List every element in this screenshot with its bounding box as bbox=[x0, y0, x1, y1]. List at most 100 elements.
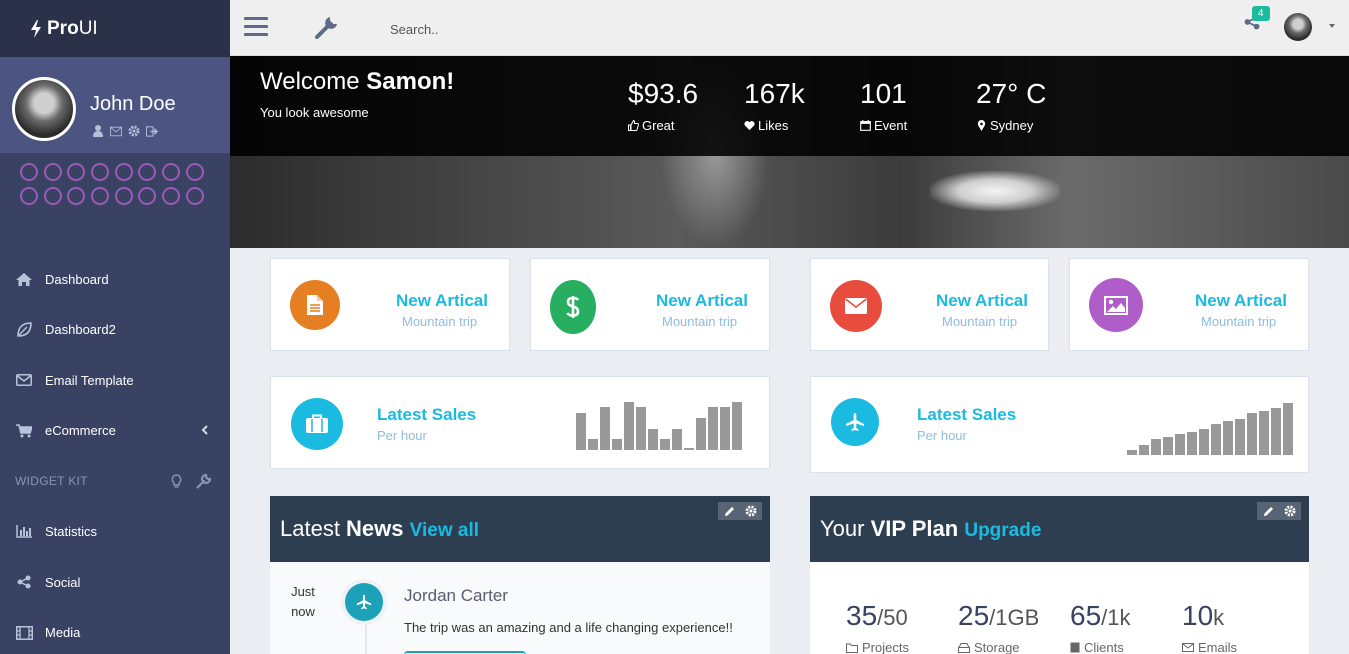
search-input[interactable] bbox=[390, 22, 590, 37]
sparkline-bar bbox=[1211, 423, 1221, 455]
file-icon bbox=[307, 295, 323, 315]
sidebar-item-email-template[interactable]: Email Template bbox=[0, 355, 230, 406]
vip-stat-label: Projects bbox=[862, 640, 909, 654]
vip-stat: 65/1k Clients bbox=[1070, 600, 1180, 654]
vip-stat-unit: /1GB bbox=[989, 605, 1040, 630]
widget-card[interactable]: New Artical Mountain trip bbox=[530, 258, 770, 351]
heart-icon bbox=[744, 121, 755, 131]
theme-dot[interactable] bbox=[138, 186, 157, 205]
widget-title: New Artical bbox=[1195, 291, 1287, 310]
upgrade-link[interactable]: Upgrade bbox=[964, 520, 1041, 541]
sales-card[interactable]: Latest Sales Per hour bbox=[270, 376, 770, 469]
vip-stat-value: 65 bbox=[1070, 600, 1102, 631]
sparkline-bar bbox=[720, 407, 730, 450]
welcome-heading: Welcome Samon! bbox=[260, 68, 454, 96]
sales-title: Latest Sales bbox=[377, 405, 477, 424]
avatar[interactable] bbox=[12, 77, 76, 141]
top-header: 4 bbox=[230, 0, 1349, 56]
sparkline-bar bbox=[1163, 436, 1173, 455]
gear-icon[interactable] bbox=[740, 502, 762, 520]
widget-card[interactable]: New Artical Mountain trip bbox=[810, 258, 1049, 351]
hero-banner: Welcome Samon! You look awesome $93.6 Gr… bbox=[230, 56, 1349, 248]
gear-icon[interactable] bbox=[1279, 502, 1301, 520]
pencil-icon[interactable] bbox=[1257, 502, 1279, 520]
widget-title: New Artical bbox=[936, 291, 1028, 310]
sidebar-item-social[interactable]: Social bbox=[0, 557, 230, 608]
theme-dot[interactable] bbox=[114, 186, 133, 205]
theme-dot[interactable] bbox=[162, 163, 181, 181]
sidebar-item-dashboard[interactable]: Dashboard bbox=[0, 254, 230, 305]
theme-dot[interactable] bbox=[67, 163, 86, 181]
sparkline-bar bbox=[732, 402, 742, 450]
widget-icon-circle bbox=[290, 280, 340, 330]
sparkline-bar bbox=[1199, 429, 1209, 455]
theme-dot[interactable] bbox=[162, 186, 181, 205]
theme-dot[interactable] bbox=[91, 163, 110, 181]
view-all-link[interactable]: View all bbox=[410, 520, 479, 541]
bolt-icon bbox=[31, 19, 41, 38]
theme-dot[interactable] bbox=[20, 186, 38, 205]
vip-stat-value: 25 bbox=[958, 600, 990, 631]
sidebar-item-dashboard2[interactable]: Dashboard2 bbox=[0, 305, 230, 356]
envelope-icon[interactable] bbox=[110, 125, 122, 137]
theme-dot[interactable] bbox=[43, 163, 62, 181]
brand-name-rest: UI bbox=[78, 17, 98, 39]
theme-dot[interactable] bbox=[138, 163, 157, 181]
brand-name-bold: Pro bbox=[47, 17, 79, 39]
news-panel-header: Latest News View all bbox=[270, 496, 770, 562]
theme-dot[interactable] bbox=[114, 163, 133, 181]
sales-subtitle: Per hour bbox=[377, 428, 427, 443]
widget-icon-circle bbox=[291, 398, 343, 450]
sales-card[interactable]: Latest Sales Per hour bbox=[810, 376, 1309, 473]
vip-stat-label-row: Projects bbox=[846, 640, 956, 654]
wrench-icon[interactable] bbox=[314, 14, 340, 40]
sparkline-bar bbox=[1247, 413, 1257, 455]
stat-value: 27° C bbox=[976, 78, 1047, 109]
sidebar-item-statistics[interactable]: Statistics bbox=[0, 507, 230, 558]
brand-logo[interactable]: Pro UI bbox=[0, 0, 230, 57]
avatar[interactable] bbox=[1284, 13, 1312, 41]
widget-subtitle: Mountain trip bbox=[1201, 314, 1277, 329]
theme-dot[interactable] bbox=[67, 186, 86, 205]
stat-label: Likes bbox=[758, 118, 789, 133]
stat-value: 101 bbox=[860, 78, 907, 109]
sidebar-item-ecommerce[interactable]: eCommerce bbox=[0, 406, 230, 457]
sidebar-item-media[interactable]: Media bbox=[0, 608, 230, 654]
pencil-icon[interactable] bbox=[718, 502, 740, 520]
widget-card[interactable]: New Artical Mountain trip bbox=[1069, 258, 1309, 351]
news-author[interactable]: Jordan Carter bbox=[404, 586, 508, 606]
hero-stat: 27° C Sydney bbox=[976, 78, 1046, 133]
home-icon bbox=[15, 270, 33, 288]
sparkline-bar bbox=[648, 428, 658, 450]
sign-out-icon[interactable] bbox=[146, 125, 158, 137]
theme-dot[interactable] bbox=[91, 186, 110, 205]
sparkline-bar bbox=[1283, 403, 1293, 455]
stat-label: Great bbox=[642, 118, 675, 133]
vip-stat: 35/50 Projects bbox=[846, 600, 956, 654]
widget-card[interactable]: New Artical Mountain trip bbox=[270, 258, 510, 351]
vip-stat: 10k Emails bbox=[1182, 600, 1292, 654]
widget-subtitle: Mountain trip bbox=[662, 314, 738, 329]
sparkline-bar bbox=[624, 402, 634, 450]
user-name[interactable]: John Doe bbox=[90, 93, 176, 116]
sparkline-bar bbox=[600, 407, 610, 450]
theme-dot[interactable] bbox=[185, 163, 204, 181]
theme-dot[interactable] bbox=[20, 163, 38, 181]
sparkline-bar bbox=[612, 439, 622, 450]
news-panel-title: Latest News View all bbox=[280, 516, 479, 542]
vip-stat-label: Emails bbox=[1198, 640, 1238, 654]
theme-dot[interactable] bbox=[43, 186, 62, 205]
sales-title: Latest Sales bbox=[917, 405, 1017, 424]
theme-dot[interactable] bbox=[185, 186, 204, 205]
map-marker-icon bbox=[977, 120, 986, 131]
widget-icon-circle bbox=[550, 280, 596, 334]
lightbulb-icon[interactable] bbox=[171, 474, 182, 489]
gear-icon[interactable] bbox=[128, 125, 140, 137]
news-text: The trip was an amazing and a life chang… bbox=[404, 620, 733, 635]
building-icon bbox=[1070, 642, 1080, 653]
caret-down-icon[interactable] bbox=[1329, 24, 1335, 28]
user-icon[interactable] bbox=[92, 125, 104, 137]
wrench-icon[interactable] bbox=[196, 473, 212, 489]
vip-stat-label: Storage bbox=[974, 640, 1020, 654]
hamburger-menu-icon[interactable] bbox=[244, 17, 268, 37]
